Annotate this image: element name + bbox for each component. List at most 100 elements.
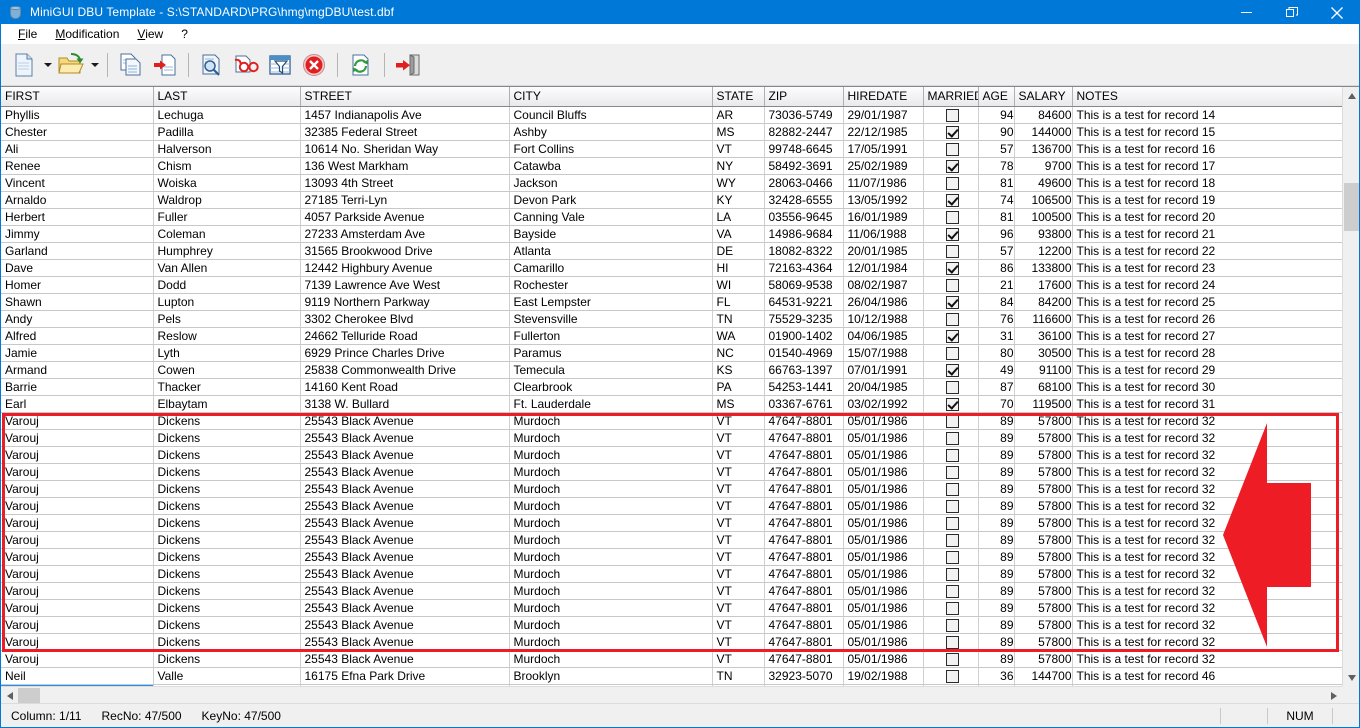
cell-first[interactable]: Varouj: [1, 463, 153, 480]
cell-age[interactable]: 21: [978, 276, 1014, 293]
cell-age[interactable]: 80: [978, 344, 1014, 361]
cell-age[interactable]: 31: [978, 327, 1014, 344]
cell-city[interactable]: East Lempster: [509, 293, 712, 310]
cell-notes[interactable]: This is a test for record 20: [1072, 208, 1342, 225]
column-header-street[interactable]: STREET: [300, 87, 509, 106]
cell-hire[interactable]: 05/01/1986: [843, 412, 923, 429]
cell-notes[interactable]: This is a test for record 25: [1072, 293, 1342, 310]
cell-hire[interactable]: 12/01/1984: [843, 259, 923, 276]
cell-hire[interactable]: 05/01/1986: [843, 463, 923, 480]
cell-hire[interactable]: 05/01/1986: [843, 429, 923, 446]
cell-last[interactable]: Woiska: [153, 174, 300, 191]
cell-state[interactable]: WI: [712, 276, 764, 293]
cell-first[interactable]: Arnaldo: [1, 191, 153, 208]
cell-state[interactable]: TN: [712, 667, 764, 684]
filter-table-icon[interactable]: [263, 48, 297, 82]
cell-first[interactable]: Chester: [1, 123, 153, 140]
table-row[interactable]: NeilValle16175 Efna Park DriveBrooklynTN…: [1, 667, 1342, 684]
cell-last[interactable]: Van Allen: [153, 259, 300, 276]
cell-last[interactable]: Lupton: [153, 293, 300, 310]
cell-hire[interactable]: 05/01/1986: [843, 565, 923, 582]
cell-marr[interactable]: [923, 157, 978, 174]
cell-sal[interactable]: 57800: [1014, 599, 1072, 616]
cell-state[interactable]: NY: [712, 157, 764, 174]
cell-state[interactable]: KS: [712, 361, 764, 378]
cell-first[interactable]: Varouj: [1, 412, 153, 429]
cell-age[interactable]: 89: [978, 650, 1014, 667]
cell-street[interactable]: 25543 Black Avenue: [300, 412, 509, 429]
cell-hire[interactable]: 11/06/1988: [843, 225, 923, 242]
cell-sal[interactable]: 30500: [1014, 344, 1072, 361]
column-header-first[interactable]: FIRST: [1, 87, 153, 106]
cell-last[interactable]: Dickens: [153, 582, 300, 599]
cell-notes[interactable]: This is a test for record 32: [1072, 463, 1342, 480]
cell-city[interactable]: Murdoch: [509, 616, 712, 633]
cell-marr[interactable]: [923, 565, 978, 582]
cell-notes[interactable]: This is a test for record 14: [1072, 106, 1342, 123]
cell-sal[interactable]: 93800: [1014, 225, 1072, 242]
cell-notes[interactable]: This is a test for record 18: [1072, 174, 1342, 191]
export-document-icon[interactable]: [148, 48, 182, 82]
cell-sal[interactable]: 57800: [1014, 650, 1072, 667]
cell-age[interactable]: 94: [978, 106, 1014, 123]
cell-sal[interactable]: 57800: [1014, 429, 1072, 446]
cell-state[interactable]: LA: [712, 208, 764, 225]
cell-zip[interactable]: 47647-8801: [764, 514, 843, 531]
cell-age[interactable]: 89: [978, 514, 1014, 531]
cell-city[interactable]: Paramus: [509, 344, 712, 361]
cell-city[interactable]: Temecula: [509, 361, 712, 378]
cell-hire[interactable]: 20/01/1985: [843, 242, 923, 259]
cell-first[interactable]: Ali: [1, 140, 153, 157]
table-row[interactable]: ReneeChism136 West MarkhamCatawbaNY58492…: [1, 157, 1342, 174]
cell-zip[interactable]: 72163-4364: [764, 259, 843, 276]
cell-city[interactable]: Bayside: [509, 225, 712, 242]
cell-city[interactable]: Clearbrook: [509, 378, 712, 395]
cell-zip[interactable]: 64531-9221: [764, 293, 843, 310]
new-document-icon[interactable]: [7, 48, 41, 82]
cell-last[interactable]: Cowen: [153, 361, 300, 378]
cell-first[interactable]: Varouj: [1, 480, 153, 497]
table-row[interactable]: VaroujDickens25543 Black AvenueMurdochVT…: [1, 565, 1342, 582]
cell-street[interactable]: 25543 Black Avenue: [300, 514, 509, 531]
cell-last[interactable]: Dickens: [153, 446, 300, 463]
column-header-last[interactable]: LAST: [153, 87, 300, 106]
cell-marr[interactable]: [923, 616, 978, 633]
cell-marr[interactable]: [923, 497, 978, 514]
cell-street[interactable]: 7139 Lawrence Ave West: [300, 276, 509, 293]
horizontal-scrollbar[interactable]: [1, 686, 1342, 703]
cell-age[interactable]: 96: [978, 225, 1014, 242]
cell-sal[interactable]: 49600: [1014, 174, 1072, 191]
cell-city[interactable]: Murdoch: [509, 548, 712, 565]
cell-sal[interactable]: 84200: [1014, 293, 1072, 310]
cell-city[interactable]: Camarillo: [509, 259, 712, 276]
column-header-salary[interactable]: SALARY: [1014, 87, 1072, 106]
cell-zip[interactable]: 47647-8801: [764, 531, 843, 548]
cell-state[interactable]: VT: [712, 650, 764, 667]
cell-street[interactable]: 25543 Black Avenue: [300, 429, 509, 446]
table-row[interactable]: VaroujDickens25543 Black AvenueMurdochVT…: [1, 514, 1342, 531]
cell-marr[interactable]: [923, 327, 978, 344]
cell-hire[interactable]: 26/04/1986: [843, 293, 923, 310]
exit-door-icon[interactable]: [391, 48, 425, 82]
cell-street[interactable]: 25543 Black Avenue: [300, 599, 509, 616]
cell-city[interactable]: Ft. Lauderdale: [509, 395, 712, 412]
column-header-notes[interactable]: NOTES: [1072, 87, 1342, 106]
search-document-icon[interactable]: [195, 48, 229, 82]
cell-zip[interactable]: 47647-8801: [764, 616, 843, 633]
cell-zip[interactable]: 47647-8801: [764, 446, 843, 463]
cell-city[interactable]: Devon Park: [509, 191, 712, 208]
cell-zip[interactable]: 47647-8801: [764, 633, 843, 650]
cell-street[interactable]: 24662 Telluride Road: [300, 327, 509, 344]
cell-last[interactable]: Humphrey: [153, 242, 300, 259]
cell-street[interactable]: 25543 Black Avenue: [300, 497, 509, 514]
cell-city[interactable]: Murdoch: [509, 463, 712, 480]
cell-sal[interactable]: 91100: [1014, 361, 1072, 378]
cell-hire[interactable]: 19/02/1988: [843, 667, 923, 684]
cell-first[interactable]: Jimmy: [1, 225, 153, 242]
cell-state[interactable]: VT: [712, 616, 764, 633]
cell-notes[interactable]: This is a test for record 24: [1072, 276, 1342, 293]
cell-first[interactable]: Varouj: [1, 582, 153, 599]
cell-age[interactable]: 89: [978, 565, 1014, 582]
cell-street[interactable]: 4057 Parkside Avenue: [300, 208, 509, 225]
cell-age[interactable]: 89: [978, 531, 1014, 548]
